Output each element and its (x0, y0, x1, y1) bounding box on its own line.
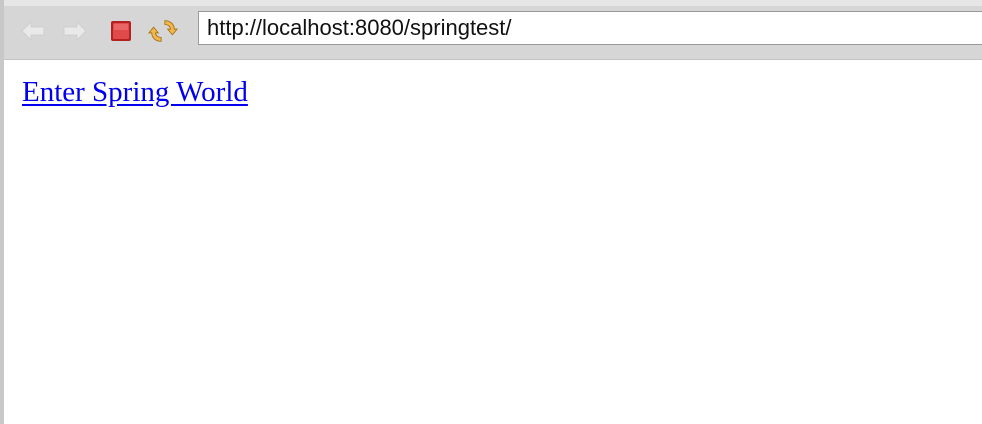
refresh-icon (148, 20, 178, 42)
forward-button[interactable] (60, 16, 90, 46)
window-left-border (0, 0, 4, 424)
enter-spring-world-link[interactable]: Enter Spring World (22, 76, 248, 109)
stop-icon (111, 21, 131, 41)
browser-toolbar (4, 0, 982, 60)
refresh-button[interactable] (148, 16, 178, 46)
back-button[interactable] (18, 16, 48, 46)
forward-arrow-icon (63, 20, 87, 42)
stop-button[interactable] (106, 16, 136, 46)
address-bar-input[interactable] (198, 11, 982, 45)
toolbar-top-strip (4, 0, 982, 6)
back-arrow-icon (21, 20, 45, 42)
